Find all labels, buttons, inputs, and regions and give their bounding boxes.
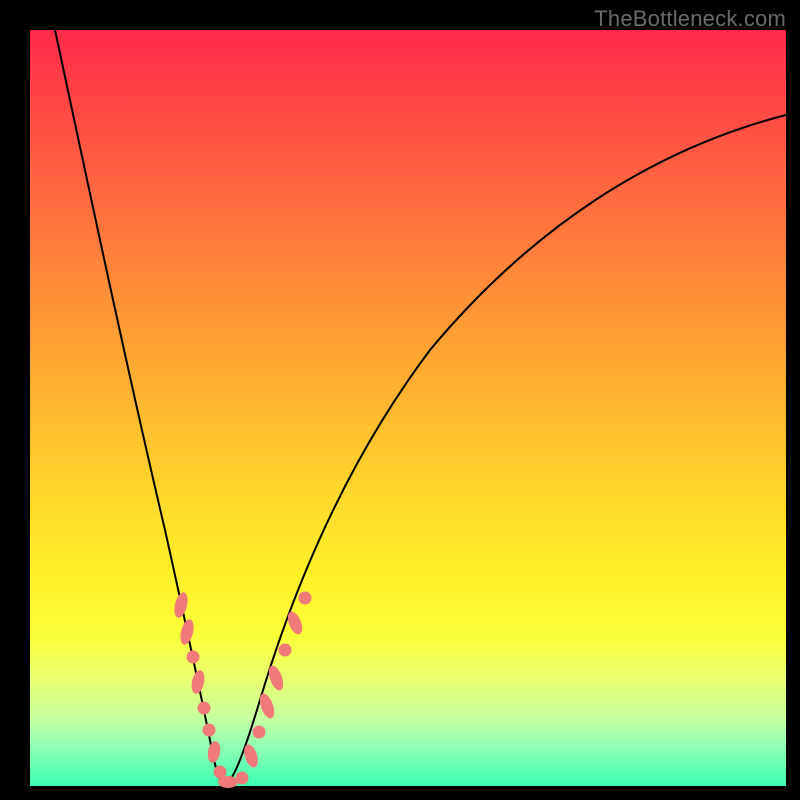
bottleneck-curve-plot xyxy=(30,30,786,786)
curve-right-branch xyxy=(225,115,786,785)
watermark-text: TheBottleneck.com xyxy=(594,6,786,32)
bead-cluster xyxy=(172,591,311,788)
chart-frame xyxy=(30,30,786,786)
